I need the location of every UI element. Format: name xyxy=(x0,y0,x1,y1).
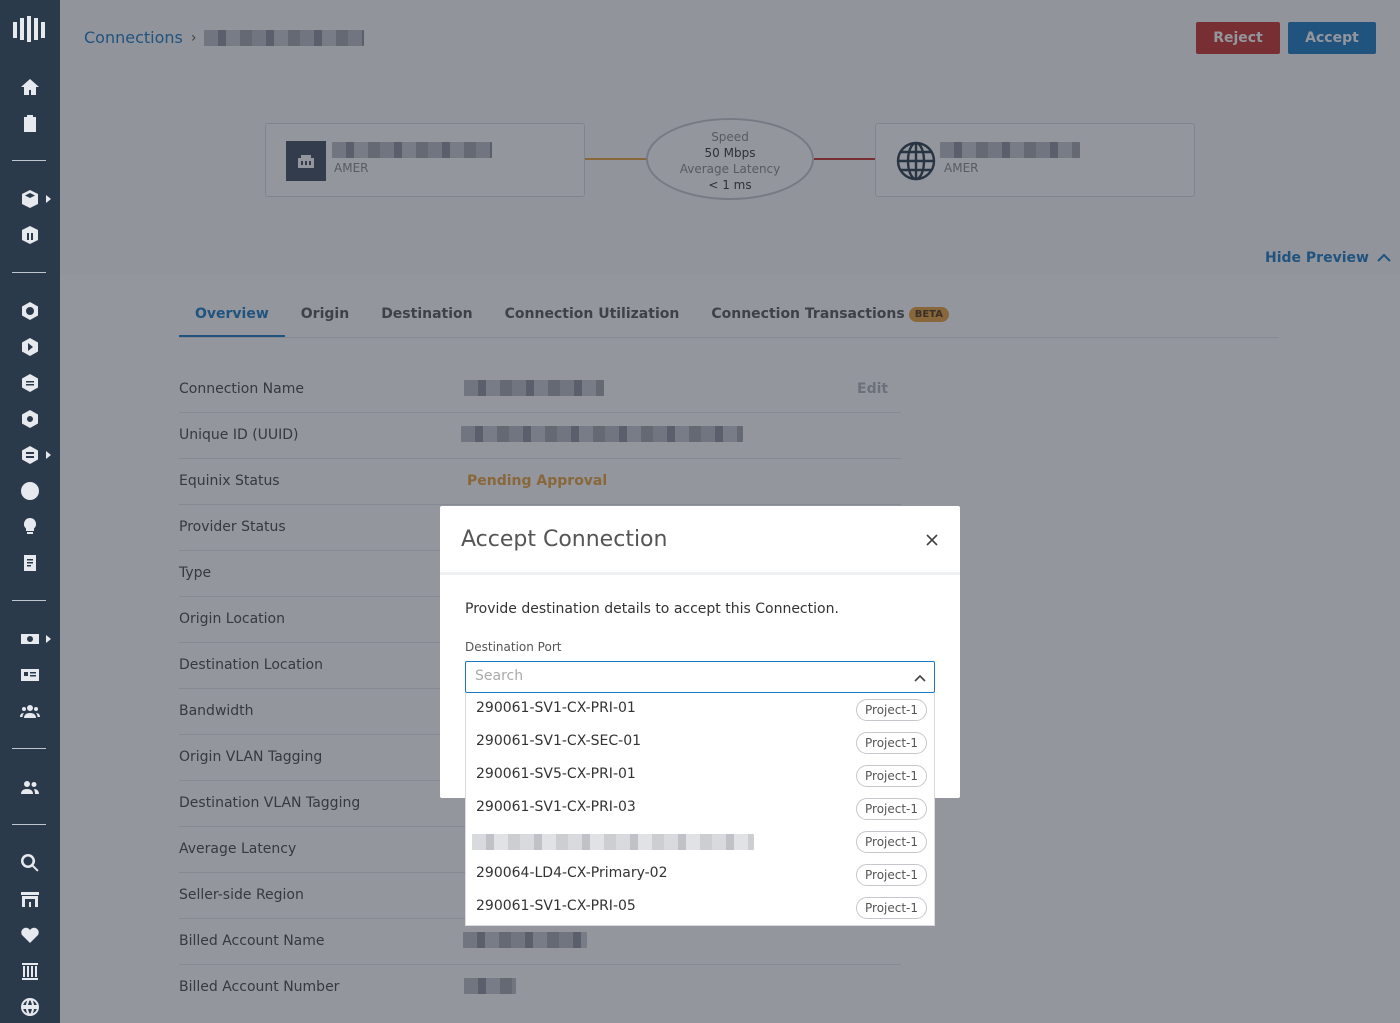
sidebar-divider xyxy=(12,824,46,825)
port-option[interactable]: 290061-SV1-CX-PRI-03 Project-1 xyxy=(466,792,934,825)
hexagon-layers-icon[interactable] xyxy=(18,371,42,395)
port-option-label: 290061-SV1-CX-PRI-03 xyxy=(476,799,636,815)
caret-right-icon xyxy=(46,635,51,643)
money-icon[interactable] xyxy=(18,627,42,651)
project-badge: Project-1 xyxy=(856,831,928,853)
project-badge: Project-1 xyxy=(856,897,928,919)
hexagon-menu-icon[interactable] xyxy=(18,443,42,467)
clock-icon[interactable] xyxy=(18,479,42,503)
port-option-label: 290061-SV1-CX-SEC-01 xyxy=(476,733,642,749)
sidebar-divider xyxy=(12,600,46,601)
dialog-description: Provide destination details to accept th… xyxy=(465,601,839,617)
port-option-label: 290064-LD4-CX-Primary-02 xyxy=(476,865,668,881)
hexagon-gear-icon[interactable] xyxy=(18,407,42,431)
id-card-icon[interactable] xyxy=(18,663,42,687)
port-option[interactable]: Project-1 xyxy=(466,825,934,858)
port-option-label: 290061-SV5-CX-PRI-01 xyxy=(476,766,636,782)
dialog-title: Accept Connection xyxy=(461,527,668,552)
clipboard-icon[interactable] xyxy=(18,111,42,135)
port-option[interactable]: 290061-SV1-CX-SEC-01 Project-1 xyxy=(466,726,934,759)
sidebar-divider xyxy=(12,272,46,273)
port-option-label: 290061-SV1-CX-PRI-01 xyxy=(476,700,636,716)
heartbeat-icon[interactable] xyxy=(18,923,42,947)
redacted-port-name xyxy=(472,834,754,850)
columns-icon[interactable] xyxy=(18,959,42,983)
destination-port-select[interactable] xyxy=(465,661,935,693)
port-option[interactable]: 290061-SV5-CX-PRI-01 Project-1 xyxy=(466,759,934,792)
destination-port-options: 290061-SV1-CX-PRI-01 Project-1 290061-SV1… xyxy=(465,693,935,926)
project-badge: Project-1 xyxy=(856,732,928,754)
project-badge: Project-1 xyxy=(856,699,928,721)
dialog-divider xyxy=(440,572,960,575)
project-badge: Project-1 xyxy=(856,765,928,787)
sidebar xyxy=(0,0,60,1023)
equinix-logo[interactable] xyxy=(12,14,48,44)
hexagon-network-icon[interactable] xyxy=(18,299,42,323)
home-icon[interactable] xyxy=(18,75,42,99)
destination-port-search-input[interactable] xyxy=(475,668,895,684)
globe-icon[interactable] xyxy=(18,995,42,1019)
users-icon[interactable] xyxy=(18,699,42,723)
destination-port-label: Destination Port xyxy=(465,640,562,654)
port-option-label: 290061-SV1-CX-PRI-05 xyxy=(476,898,636,914)
project-badge: Project-1 xyxy=(856,798,928,820)
chevron-up-icon[interactable] xyxy=(914,674,926,682)
caret-right-icon xyxy=(46,451,51,459)
team-icon[interactable] xyxy=(18,775,42,799)
port-option[interactable]: 290061-SV1-CX-PRI-05 Project-1 xyxy=(466,891,934,924)
port-option[interactable]: 290061-SV1-CX-PRI-01 Project-1 xyxy=(466,693,934,726)
caret-right-icon xyxy=(46,195,51,203)
lightbulb-icon[interactable] xyxy=(18,515,42,539)
project-badge: Project-1 xyxy=(856,864,928,886)
search-icon[interactable] xyxy=(18,851,42,875)
close-icon[interactable] xyxy=(922,530,942,550)
port-option[interactable]: 290064-LD4-CX-Primary-02 Project-1 xyxy=(466,858,934,891)
hexagon-arrow-icon[interactable] xyxy=(18,335,42,359)
store-icon[interactable] xyxy=(18,887,42,911)
building-icon[interactable] xyxy=(18,223,42,247)
document-icon[interactable] xyxy=(18,551,42,575)
sidebar-divider xyxy=(12,748,46,749)
cube-stack-icon[interactable] xyxy=(18,187,42,211)
sidebar-divider xyxy=(12,160,46,161)
